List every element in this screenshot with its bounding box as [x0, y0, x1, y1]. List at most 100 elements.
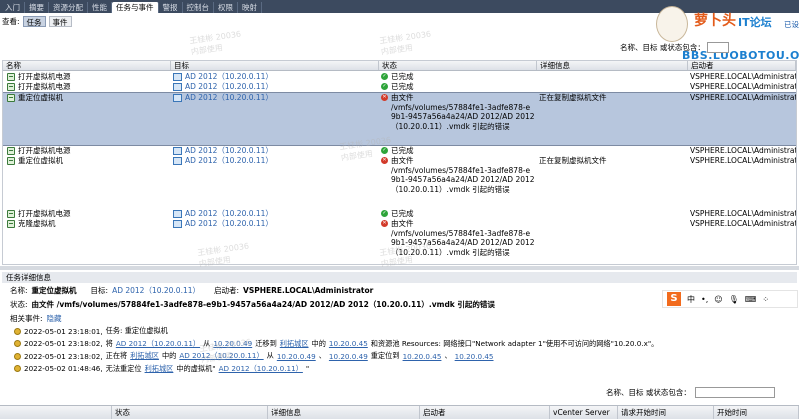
- ime-more-icon[interactable]: ⁘: [762, 295, 769, 304]
- col-target[interactable]: 目标: [171, 61, 379, 70]
- event-text: 重定位到: [370, 351, 400, 360]
- target-link[interactable]: AD 2012（10.20.0.11）: [185, 82, 273, 92]
- target-link[interactable]: AD 2012（10.20.0.11）: [185, 209, 273, 219]
- event-link[interactable]: AD 2012（10.20.0.11）: [116, 339, 200, 349]
- status-text-line: /vmfs/volumes/57884fe1-3adfe878-e: [391, 228, 531, 238]
- event-link[interactable]: 10.20.0.49: [213, 339, 252, 348]
- bcol-detail[interactable]: 详细信息: [268, 406, 420, 419]
- ime-lang-toggle[interactable]: 中: [687, 294, 695, 305]
- target-link[interactable]: AD 2012（10.20.0.11）: [185, 72, 273, 82]
- view-events-button[interactable]: 事件: [48, 16, 72, 27]
- logo-sub: IT论坛: [738, 16, 772, 29]
- status-text-line: 由文件: [391, 93, 414, 102]
- tab-summary[interactable]: 摘要: [25, 2, 49, 13]
- bcol-0[interactable]: [0, 406, 112, 419]
- hide-related-link[interactable]: 隐藏: [47, 313, 62, 324]
- tab-performance[interactable]: 性能: [88, 2, 112, 13]
- table-row[interactable]: 重定位虚拟机 AD 2012（10.20.0.11） ✕ 由文件/vmfs/vo…: [3, 92, 796, 146]
- tab-console[interactable]: 控制台: [183, 2, 214, 13]
- target-link[interactable]: AD 2012（10.20.0.11）: [185, 156, 273, 166]
- top-filter-input[interactable]: [706, 42, 729, 53]
- table-row[interactable]: 打开虚拟机电源 AD 2012（10.20.0.11） ✓ 已完成 VSPHER…: [3, 209, 796, 219]
- vm-icon: [173, 93, 182, 102]
- event-link[interactable]: 10.20.0.45: [329, 339, 368, 348]
- event-info-icon: [14, 327, 21, 335]
- initiator-cell: VSPHERE.LOCAL\Administrator: [690, 219, 797, 228]
- tab-resource-allocation[interactable]: 资源分配: [49, 2, 88, 13]
- status-cell: ✓ 已完成: [381, 82, 414, 92]
- table-row[interactable]: 重定位虚拟机 AD 2012（10.20.0.11） ✕ 由文件/vmfs/vo…: [3, 156, 796, 198]
- table-row[interactable]: 打开虚拟机电源 AD 2012（10.20.0.11） ✓ 已完成 VSPHER…: [3, 82, 796, 92]
- target-link[interactable]: AD 2012（10.20.0.11）: [185, 219, 273, 229]
- bcol-request-start[interactable]: 请求开始时间: [618, 406, 714, 419]
- target-cell[interactable]: AD 2012（10.20.0.11）: [173, 209, 273, 219]
- col-status[interactable]: 状态: [379, 61, 537, 70]
- bcol-initiator[interactable]: 启动者: [420, 406, 550, 419]
- status-text-line: 9b1-9457a56a4a24/AD 2012/AD 2012: [391, 238, 535, 247]
- event-link[interactable]: 利拓城区: [280, 339, 309, 349]
- target-link[interactable]: AD 2012（10.20.0.11）: [185, 93, 273, 103]
- event-text: 中的虚拟机": [176, 363, 216, 373]
- related-events-label: 相关事件:: [10, 314, 43, 323]
- event-text: 、: [444, 351, 452, 360]
- vm-icon: [173, 156, 182, 165]
- target-cell[interactable]: AD 2012（10.20.0.11）: [173, 219, 273, 229]
- status-text-line: （10.20.0.11）.vmdk 引起的错误: [391, 247, 510, 257]
- detail-target-value[interactable]: AD 2012（10.20.0.11）: [112, 285, 200, 296]
- watermark: 王桂彬 20036 内部使用: [378, 29, 432, 57]
- initiator-cell: VSPHERE.LOCAL\Administrator: [690, 146, 797, 155]
- event-link[interactable]: 10.20.0.49: [329, 352, 368, 361]
- vm-icon: [173, 82, 182, 91]
- target-cell[interactable]: AD 2012（10.20.0.11）: [173, 82, 273, 92]
- tab-tasks-events[interactable]: 任务与事件: [112, 2, 159, 13]
- event-link[interactable]: 利拓城区: [130, 351, 159, 361]
- ime-keyboard-icon[interactable]: ⌨: [745, 295, 757, 304]
- status-text-line: /vmfs/volumes/57884fe1-3adfe878-e: [391, 165, 531, 175]
- task-name-cell: 打开虚拟机电源: [7, 72, 71, 82]
- ime-mic-icon[interactable]: 🎙: [729, 295, 739, 304]
- col-name[interactable]: 名称: [3, 61, 171, 70]
- event-link[interactable]: 10.20.0.45: [455, 352, 494, 361]
- bcol-status[interactable]: 状态: [112, 406, 268, 419]
- status-cell: ✓ 已完成: [381, 72, 414, 82]
- tab-alarms[interactable]: 警报: [159, 2, 183, 13]
- ime-punct-icon[interactable]: •,: [701, 295, 708, 304]
- event-link[interactable]: AD 2012（10.20.0.11）: [179, 351, 263, 361]
- event-link[interactable]: 10.20.0.45: [403, 352, 442, 361]
- target-cell[interactable]: AD 2012（10.20.0.11）: [173, 93, 273, 103]
- tab-permissions[interactable]: 权限: [214, 2, 238, 13]
- table-row[interactable]: 克隆虚拟机 AD 2012（10.20.0.11） ✕ 由文件/vmfs/vol…: [3, 219, 796, 261]
- event-link[interactable]: 利拓城区: [145, 364, 174, 374]
- event-info-icon: [14, 340, 21, 347]
- ime-emoji-icon[interactable]: ☺: [714, 295, 722, 304]
- tab-getting-started[interactable]: 入门: [1, 2, 25, 13]
- status-text: 由文件/vmfs/volumes/57884fe1-3adfe878-e 9b1-…: [391, 219, 535, 257]
- target-cell[interactable]: AD 2012（10.20.0.11）: [173, 156, 273, 166]
- event-item: 2022-05-01 23:18:01, 任务: 重定位虚拟机: [14, 326, 168, 336]
- table-row[interactable]: 打开虚拟机电源 AD 2012（10.20.0.11） ✓ 已完成 VSPHER…: [3, 72, 796, 82]
- col-initiator[interactable]: 启动者: [688, 61, 796, 70]
- task-grid-header: 名称 目标 状态 详细信息 启动者: [3, 61, 796, 71]
- bottom-filter-label: 名称、目标 或状态包含：: [606, 388, 691, 397]
- table-row[interactable]: 打开虚拟机电源 AD 2012（10.20.0.11） ✓ 已完成 VSPHER…: [3, 146, 796, 156]
- task-grid: 名称 目标 状态 详细信息 启动者 打开虚拟机电源 AD 2012（10.20.…: [2, 60, 797, 265]
- bottom-filter-input[interactable]: [694, 387, 775, 398]
- ime-logo-icon[interactable]: S: [667, 292, 681, 306]
- event-link[interactable]: AD 2012（10.20.0.11）: [219, 364, 303, 374]
- task-icon: [7, 72, 15, 81]
- col-detail[interactable]: 详细信息: [537, 61, 688, 70]
- top-right-link[interactable]: 已设: [784, 19, 799, 30]
- target-link[interactable]: AD 2012（10.20.0.11）: [185, 146, 273, 156]
- view-tasks-button[interactable]: 任务: [22, 16, 46, 27]
- splitter[interactable]: [0, 266, 799, 270]
- tab-maps[interactable]: 映射: [238, 2, 262, 13]
- event-link[interactable]: 10.20.0.49: [277, 352, 316, 361]
- target-cell[interactable]: AD 2012（10.20.0.11）: [173, 146, 273, 156]
- bcol-start-time[interactable]: 开始时间: [714, 406, 799, 419]
- bottom-filter: 名称、目标 或状态包含：: [606, 387, 775, 398]
- task-name-cell: 克隆虚拟机: [7, 219, 56, 229]
- top-filter-label: 名称、目标 或状态包含：: [620, 43, 705, 52]
- event-text: 从: [203, 338, 211, 348]
- target-cell[interactable]: AD 2012（10.20.0.11）: [173, 72, 273, 82]
- bcol-vcenter[interactable]: vCenter Server: [550, 406, 618, 419]
